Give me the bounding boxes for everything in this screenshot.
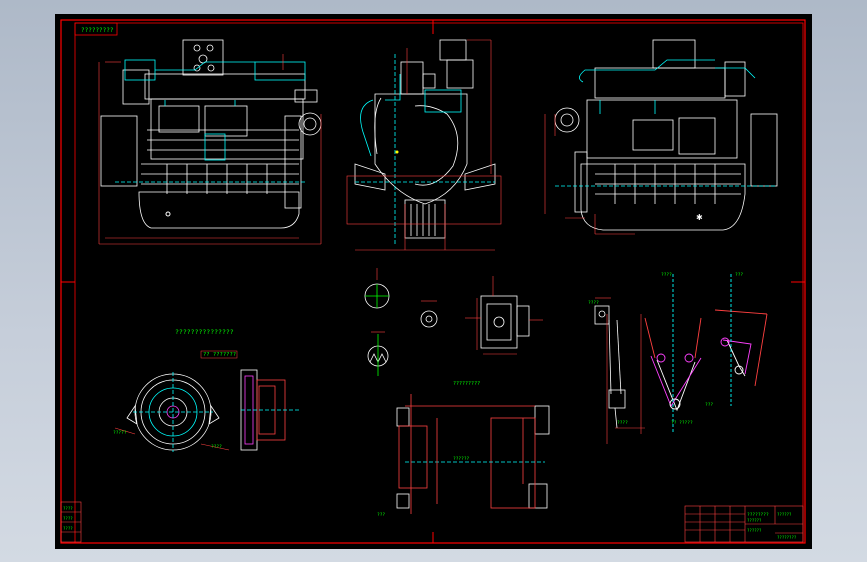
left-stack-label-2: ???? [63,516,73,521]
linkage-views [644,274,768,434]
title-tab-text: ????????? [81,27,114,34]
rod-top-label: ???? [588,300,599,306]
flywheel-view-label: ?? ??????? [203,352,236,358]
svg-text:✱: ✱ [696,213,703,222]
outer-frame [60,19,806,544]
bracket-view-label: ????????? [453,381,480,387]
inner-frame [74,22,804,544]
mount-rail-layout [396,394,550,514]
title-block-scale: ?????? [747,528,762,533]
svg-text:?????: ????? [113,430,127,436]
flywheel-side-section [240,369,299,451]
pivot-view-label: ?? ????? [671,420,693,426]
title-block-code: ?????? [747,518,762,523]
pivot-rod-detail [594,305,626,429]
detail-dim-a: ???? [661,272,672,278]
svg-text:???: ??? [377,512,385,518]
engine-side-view-right [554,39,778,231]
title-block-sheet: ?????? [777,512,792,517]
mount-dim-label: ?????? [453,456,470,462]
detail-dim-b: ??? [735,272,743,278]
shaft-detail-views [364,283,438,376]
rod-top-label-b: ??? [705,402,713,408]
title-block-part-no: ???????? [777,535,797,540]
left-stack-label-3: ???? [63,526,73,531]
flywheel-housing-view [126,372,220,452]
svg-text:????: ???? [211,444,222,450]
cad-viewport[interactable]: ????????? ✱ ??????????????? ?? ??????? ?… [55,14,812,549]
engine-drawing-sheet: ????????? ✱ ??????????????? ?? ??????? ?… [60,19,806,544]
assembly-note: ??????????????? [175,328,234,336]
engine-front-view [354,39,496,239]
left-stack-label-1: ???? [63,506,73,511]
rod-dim-label: ???? [617,420,628,426]
pump-bracket-detail [480,295,530,349]
